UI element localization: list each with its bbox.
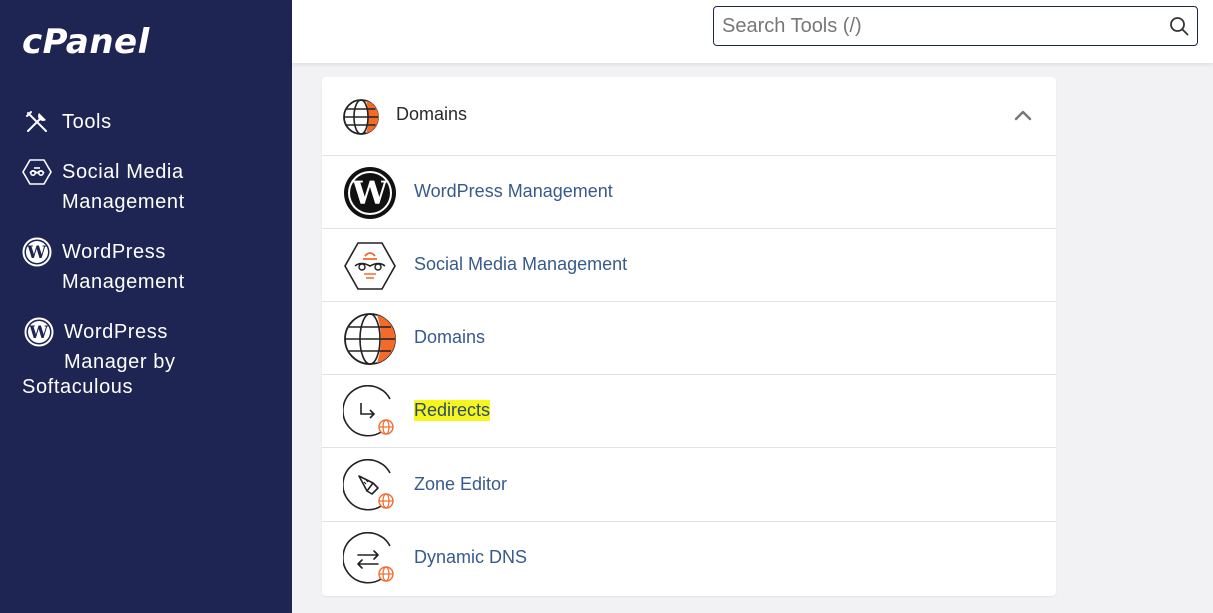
- list-item-domains[interactable]: Domains: [322, 302, 1056, 375]
- globe-icon: [342, 98, 380, 136]
- svg-text:W: W: [351, 174, 389, 212]
- sidebar-item-label[interactable]: Softaculous: [22, 372, 272, 402]
- sidebar-item-label: Tools: [62, 111, 112, 133]
- zone-editor-icon: [342, 459, 397, 513]
- svg-text:W: W: [28, 323, 49, 343]
- list-item-label: Social Media Management: [414, 254, 628, 274]
- dynamic-dns-icon: [342, 532, 397, 586]
- section-header[interactable]: Domains: [322, 77, 1056, 156]
- domains-section-card: Domains W WordPress Management Social Me…: [322, 77, 1056, 596]
- list-item-zone-editor[interactable]: Zone Editor: [322, 449, 1056, 522]
- app: cPanel Tools Social Media Management W W…: [0, 0, 1213, 613]
- sidebar-item-social-media-management[interactable]: Social Media Management: [22, 157, 262, 217]
- tools-icon: [22, 107, 52, 137]
- sidebar-item-label: Social Media: [62, 161, 184, 183]
- social-media-icon: [343, 239, 397, 293]
- chevron-up-icon[interactable]: [1012, 107, 1034, 123]
- search-box[interactable]: [713, 6, 1198, 46]
- sidebar-item-wordpress-management[interactable]: W WordPress Management: [22, 237, 262, 297]
- sidebar-item-label: WordPress: [62, 241, 166, 263]
- list-item-label: Domains: [414, 327, 486, 347]
- svg-text:W: W: [26, 243, 47, 263]
- wordpress-icon: W: [343, 166, 397, 220]
- wordpress-icon: W: [24, 317, 54, 347]
- list-item-wordpress-management[interactable]: W WordPress Management: [322, 156, 1056, 229]
- search-icon[interactable]: [1169, 16, 1189, 36]
- sidebar-item-tools[interactable]: Tools: [22, 107, 262, 137]
- section-title: Domains: [396, 104, 468, 124]
- list-item-social-media-management[interactable]: Social Media Management: [322, 229, 1056, 302]
- sidebar: cPanel Tools Social Media Management W W…: [0, 0, 292, 613]
- list-item-label: WordPress Management: [414, 181, 613, 201]
- sidebar-item-wordpress-manager-softaculous[interactable]: W WordPress Manager by: [22, 317, 264, 377]
- sidebar-item-label: WordPress: [64, 321, 168, 343]
- sidebar-item-label: Management: [62, 191, 185, 213]
- list-item-redirects[interactable]: Redirects: [322, 375, 1056, 448]
- globe-icon: [343, 312, 397, 366]
- search-input[interactable]: [722, 12, 1152, 40]
- redirect-icon: [342, 385, 397, 439]
- social-media-icon: [22, 157, 52, 187]
- top-header: [292, 0, 1213, 63]
- sidebar-item-label: Manager by: [64, 351, 176, 373]
- wordpress-icon: W: [22, 237, 52, 267]
- cpanel-logo[interactable]: cPanel: [22, 22, 150, 62]
- sidebar-item-label: Management: [62, 271, 185, 293]
- list-item-label: Redirects: [414, 400, 491, 421]
- list-item-label: Dynamic DNS: [414, 547, 528, 567]
- list-item-dynamic-dns[interactable]: Dynamic DNS: [322, 522, 1056, 595]
- list-item-label: Zone Editor: [414, 474, 508, 494]
